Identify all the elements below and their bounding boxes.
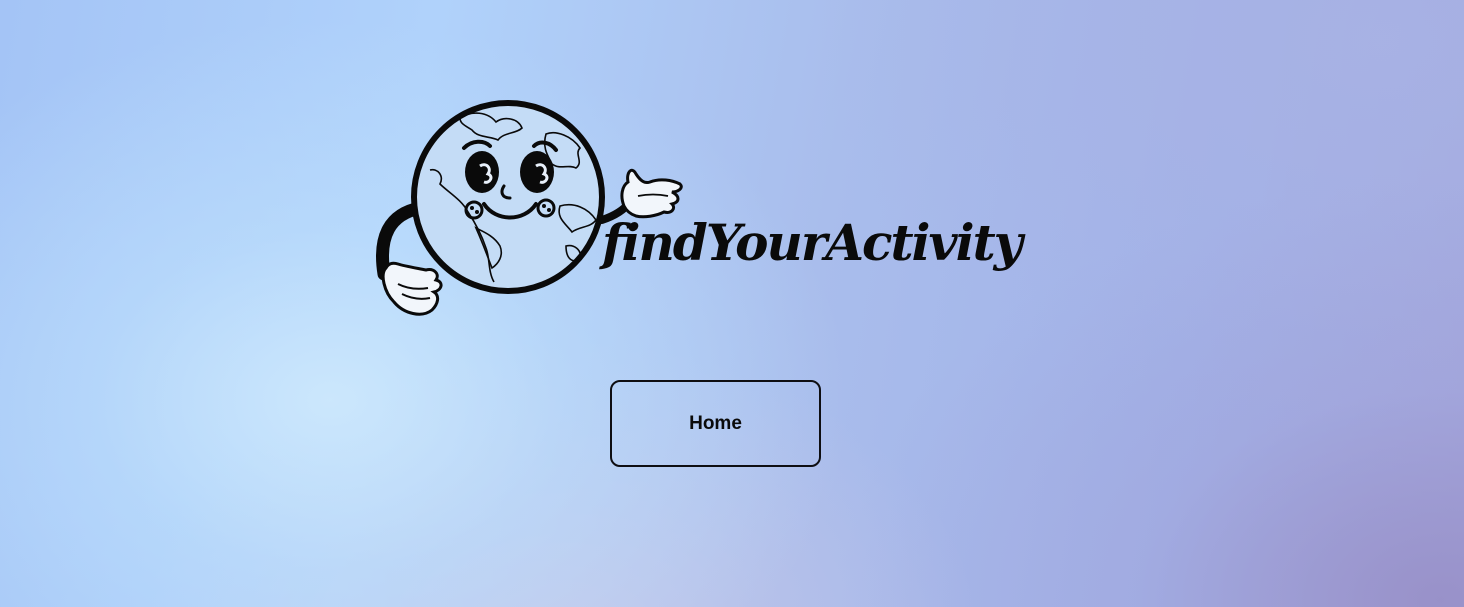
brand-logo[interactable]: findYourActivity: [376, 96, 1056, 322]
brand-name: findYourActivity: [602, 213, 1023, 272]
home-button[interactable]: Home: [610, 380, 821, 467]
globe-mascot-icon: [376, 100, 683, 316]
